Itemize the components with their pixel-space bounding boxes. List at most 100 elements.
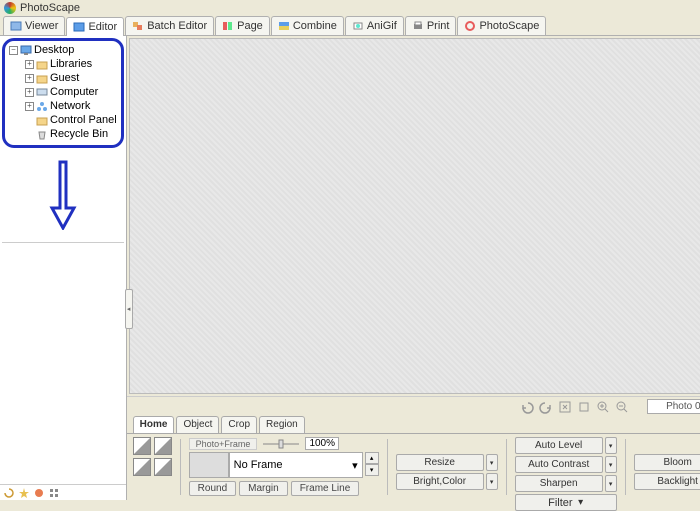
auto-level-dropdown[interactable]: ▾ xyxy=(605,437,617,454)
frame-next-button[interactable]: ▾ xyxy=(365,464,379,476)
tab-label: Page xyxy=(237,20,263,32)
app-logo-icon xyxy=(4,2,16,14)
expand-icon[interactable]: + xyxy=(25,102,34,111)
tree-item-libraries[interactable]: +Libraries xyxy=(7,57,119,71)
subtab-crop[interactable]: Crop xyxy=(221,416,257,433)
expand-icon[interactable]: + xyxy=(25,88,34,97)
tab-anigif[interactable]: AniGif xyxy=(345,16,404,35)
tab-label: Combine xyxy=(293,20,337,32)
sharpen-button[interactable]: Sharpen xyxy=(515,475,603,492)
frame-prev-button[interactable]: ▴ xyxy=(365,452,379,464)
resize-section: Resize▾ Bright,Color▾ xyxy=(396,454,498,497)
folder-tree[interactable]: − Desktop +Libraries + Guest + Computer + N… xyxy=(7,43,119,141)
content-area: ◂ Photo 0 x 0 Home Object Crop Region xyxy=(127,36,700,500)
opacity-slider[interactable] xyxy=(261,438,301,450)
effect-section: Bloom▾ Backlight▾ xyxy=(634,454,700,497)
network-icon xyxy=(36,101,48,112)
frame-preview xyxy=(189,452,229,478)
frame-dropdown[interactable]: No Frame ▾ xyxy=(229,452,363,478)
tree-label: Desktop xyxy=(34,44,74,56)
tab-viewer[interactable]: Viewer xyxy=(3,16,65,35)
folder-icon xyxy=(36,59,48,70)
tree-label: Network xyxy=(50,100,90,112)
tab-editor[interactable]: Editor xyxy=(66,17,124,36)
tab-print[interactable]: Print xyxy=(405,16,457,35)
zoom-fit-icon[interactable] xyxy=(558,400,572,414)
tab-label: AniGif xyxy=(367,20,397,32)
print-icon xyxy=(412,21,424,31)
expand-icon[interactable]: + xyxy=(25,60,34,69)
tab-photoscape[interactable]: PhotoScape xyxy=(457,16,546,35)
tab-page[interactable]: Page xyxy=(215,16,270,35)
tab-label: Print xyxy=(427,20,450,32)
tab-label: Batch Editor xyxy=(147,20,207,32)
tree-item-network[interactable]: + Network xyxy=(7,99,119,113)
tree-item-computer[interactable]: + Computer xyxy=(7,85,119,99)
star-icon[interactable] xyxy=(18,487,30,499)
collapse-icon[interactable]: − xyxy=(9,46,18,55)
chevron-down-icon: ▾ xyxy=(352,459,358,472)
subtab-home[interactable]: Home xyxy=(133,416,175,433)
auto-contrast-dropdown[interactable]: ▾ xyxy=(605,456,617,473)
rotate-cw-button[interactable] xyxy=(154,437,172,455)
tree-item-guest[interactable]: + Guest xyxy=(7,71,119,85)
resize-button[interactable]: Resize xyxy=(396,454,484,471)
tree-root[interactable]: − Desktop xyxy=(7,43,119,57)
margin-button[interactable]: Margin xyxy=(239,481,288,496)
subtab-object[interactable]: Object xyxy=(176,416,219,433)
tab-batch-editor[interactable]: Batch Editor xyxy=(125,16,214,35)
round-button[interactable]: Round xyxy=(189,481,236,496)
auto-contrast-button[interactable]: Auto Contrast xyxy=(515,456,603,473)
tab-combine[interactable]: Combine xyxy=(271,16,344,35)
tab-label: Viewer xyxy=(25,20,58,32)
backlight-button[interactable]: Backlight xyxy=(634,473,700,490)
tree-item-recycle-bin[interactable]: Recycle Bin xyxy=(7,127,119,141)
main-area: − Desktop +Libraries + Guest + Computer + N… xyxy=(0,36,700,500)
desktop-icon xyxy=(20,45,32,56)
flip-h-button[interactable] xyxy=(133,458,151,476)
auto-level-button[interactable]: Auto Level xyxy=(515,437,603,454)
flip-v-button[interactable] xyxy=(154,458,172,476)
subtab-region[interactable]: Region xyxy=(259,416,305,433)
config-icon[interactable] xyxy=(33,487,45,499)
zoom-actual-icon[interactable] xyxy=(577,400,591,414)
folder-tree-highlight: − Desktop +Libraries + Guest + Computer + N… xyxy=(2,38,124,148)
frame-selected-label: No Frame xyxy=(234,459,283,471)
view-icon[interactable] xyxy=(48,487,60,499)
viewer-icon xyxy=(10,21,22,31)
anigif-icon xyxy=(352,21,364,31)
resize-dropdown[interactable]: ▾ xyxy=(486,454,498,471)
sidebar: − Desktop +Libraries + Guest + Computer + N… xyxy=(0,36,127,500)
panel-splitter[interactable]: ◂ xyxy=(125,289,133,329)
tree-item-control-panel[interactable]: Control Panel xyxy=(7,113,119,127)
tab-label: Editor xyxy=(88,21,117,33)
bloom-button[interactable]: Bloom xyxy=(634,454,700,471)
bright-dropdown[interactable]: ▾ xyxy=(486,473,498,490)
image-canvas[interactable]: ◂ xyxy=(129,38,700,394)
rotate-flip-buttons xyxy=(133,437,172,497)
zoom-out-icon[interactable] xyxy=(615,400,629,414)
thumbnail-panel[interactable] xyxy=(2,242,124,482)
filter-label: Filter xyxy=(548,497,572,509)
tree-label: Recycle Bin xyxy=(50,128,108,140)
redo-icon[interactable] xyxy=(539,400,553,414)
user-icon xyxy=(36,73,48,84)
main-tabs: Viewer Editor Batch Editor Page Combine … xyxy=(0,16,700,36)
annotation-arrow xyxy=(0,150,126,240)
refresh-icon[interactable] xyxy=(3,487,15,499)
recycle-bin-icon xyxy=(36,129,48,140)
frame-line-button[interactable]: Frame Line xyxy=(291,481,360,496)
frame-section: Photo+Frame 100% No Frame▾ ▴ ▾ Round Mar… xyxy=(189,437,379,497)
tree-label: Guest xyxy=(50,72,79,84)
undo-icon[interactable] xyxy=(520,400,534,414)
sharpen-dropdown[interactable]: ▾ xyxy=(605,475,617,492)
zoom-in-icon[interactable] xyxy=(596,400,610,414)
page-icon xyxy=(222,21,234,31)
auto-section: Auto Level▾ Auto Contrast▾ Sharpen▾ Filt… xyxy=(515,437,617,497)
tree-label: Computer xyxy=(50,86,98,98)
tab-label: PhotoScape xyxy=(479,20,539,32)
expand-icon[interactable]: + xyxy=(25,74,34,83)
rotate-ccw-button[interactable] xyxy=(133,437,151,455)
filter-button[interactable]: Filter ▾ xyxy=(515,494,617,511)
bright-color-button[interactable]: Bright,Color xyxy=(396,473,484,490)
